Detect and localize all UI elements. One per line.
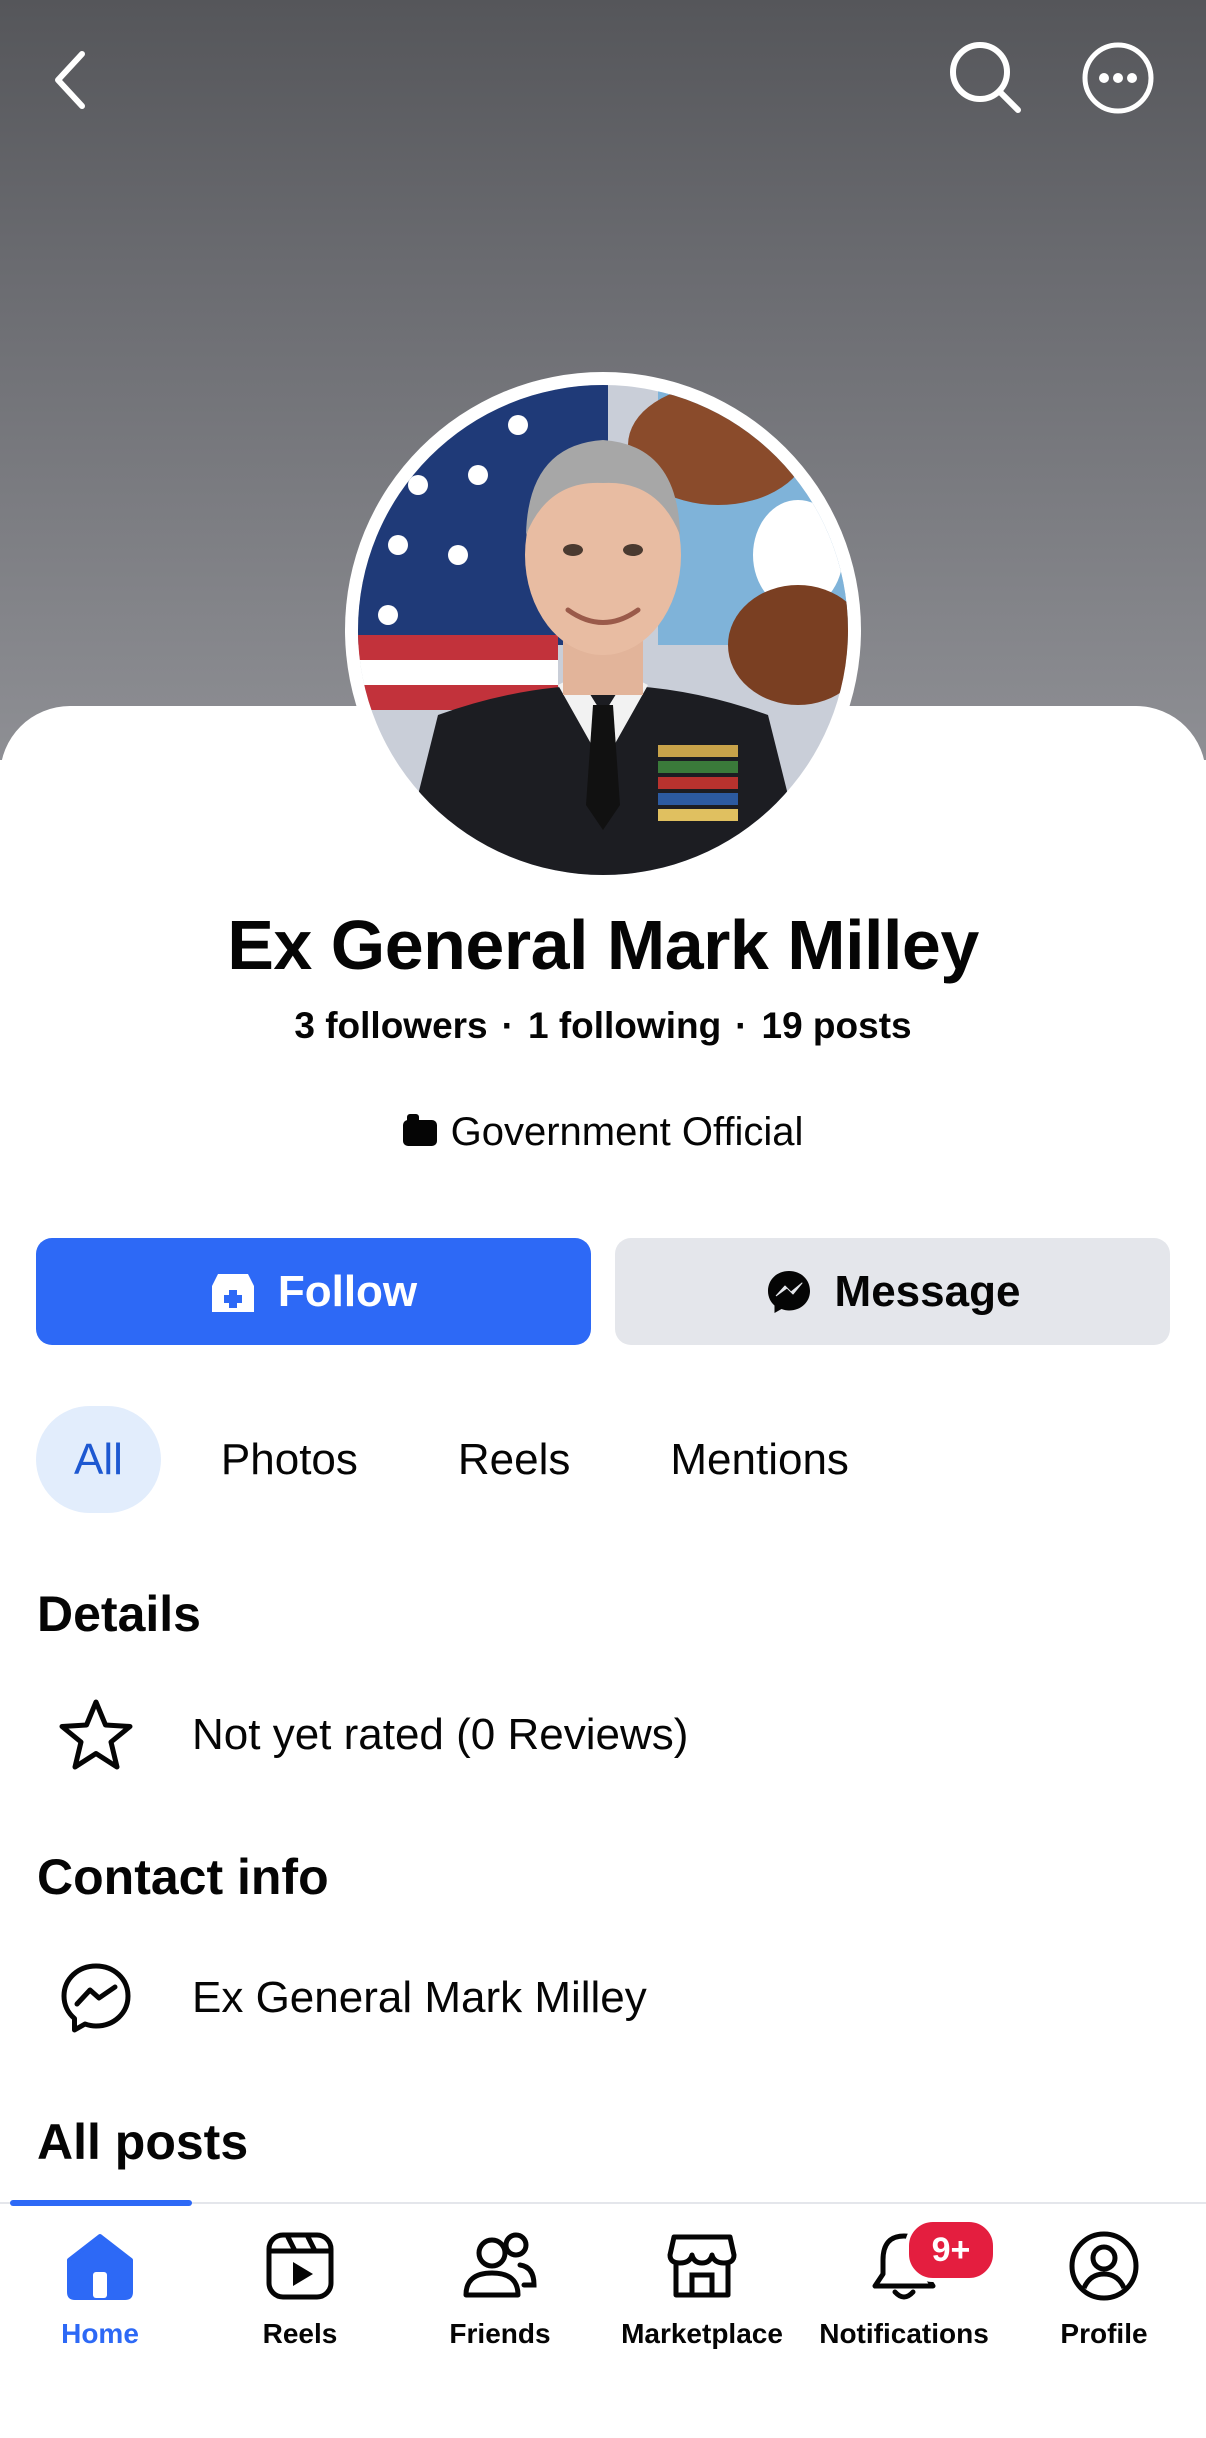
back-button[interactable] (30, 40, 110, 120)
search-icon (950, 42, 1021, 113)
tab-marketplace[interactable]: Marketplace (602, 2226, 802, 2350)
contact-info-heading: Contact info (37, 1849, 329, 1905)
star-icon (59, 1699, 133, 1770)
filter-mentions[interactable]: Mentions (630, 1406, 889, 1513)
messenger-contact-row[interactable]: Ex General Mark Milley (56, 1958, 647, 2038)
details-heading: Details (37, 1586, 201, 1642)
avatar[interactable] (358, 385, 848, 875)
separator-dot: · (735, 1005, 748, 1046)
rating-row[interactable]: Not yet rated (0 Reviews) (56, 1695, 688, 1775)
notification-badge: 9+ (905, 2218, 997, 2282)
tab-profile-label: Profile (1060, 2318, 1148, 2349)
more-icon (1082, 42, 1154, 114)
tab-home-label: Home (61, 2318, 139, 2349)
marketplace-icon (667, 2234, 737, 2298)
follow-button[interactable]: Follow (36, 1238, 591, 1345)
chevron-left-icon (55, 51, 85, 109)
tab-profile[interactable]: Profile (1004, 2226, 1204, 2350)
all-posts-heading: All posts (37, 2114, 249, 2170)
separator-dot: · (501, 1005, 514, 1046)
page-title: Ex General Mark Milley (227, 906, 979, 984)
active-tab-indicator (10, 2200, 192, 2206)
messenger-icon (767, 1270, 810, 1313)
profile-icon (1069, 2231, 1139, 2301)
posts-count[interactable]: 19 posts (762, 1005, 912, 1046)
category-label: Government Official (450, 1110, 804, 1154)
message-label: Message (834, 1266, 1021, 1316)
profile-stats: 3 followers · 1 following · 19 posts (0, 1005, 1206, 1047)
message-button[interactable]: Message (615, 1238, 1170, 1345)
tab-reels[interactable]: Reels (200, 2226, 400, 2350)
follow-label: Follow (277, 1266, 418, 1316)
rating-text: Not yet rated (0 Reviews) (192, 1710, 689, 1759)
avatar-photo (358, 385, 848, 875)
tab-friends-label: Friends (449, 2318, 551, 2349)
profile-filter-tabs: All Photos Reels Mentions (36, 1406, 909, 1513)
search-button[interactable] (944, 36, 1028, 120)
friends-icon (463, 2232, 537, 2298)
page-category: Government Official (0, 1110, 1206, 1155)
reels-icon (266, 2232, 334, 2300)
more-options-button[interactable] (1076, 36, 1160, 120)
home-icon (67, 2234, 133, 2300)
tab-marketplace-label: Marketplace (621, 2318, 783, 2349)
messenger-icon (61, 1963, 131, 2033)
followers-count[interactable]: 3 followers (294, 1005, 487, 1046)
filter-photos[interactable]: Photos (181, 1406, 398, 1513)
tab-friends[interactable]: Friends (400, 2226, 600, 2350)
filter-reels[interactable]: Reels (418, 1406, 611, 1513)
messenger-contact-name: Ex General Mark Milley (192, 1973, 647, 2022)
following-count[interactable]: 1 following (528, 1005, 721, 1046)
filter-all[interactable]: All (36, 1406, 161, 1513)
tab-home[interactable]: Home (0, 2226, 200, 2350)
tab-notifications-label: Notifications (819, 2318, 989, 2349)
tab-reels-label: Reels (262, 2318, 338, 2349)
follow-page-icon (211, 1273, 254, 1312)
briefcase-icon (402, 1113, 437, 1146)
